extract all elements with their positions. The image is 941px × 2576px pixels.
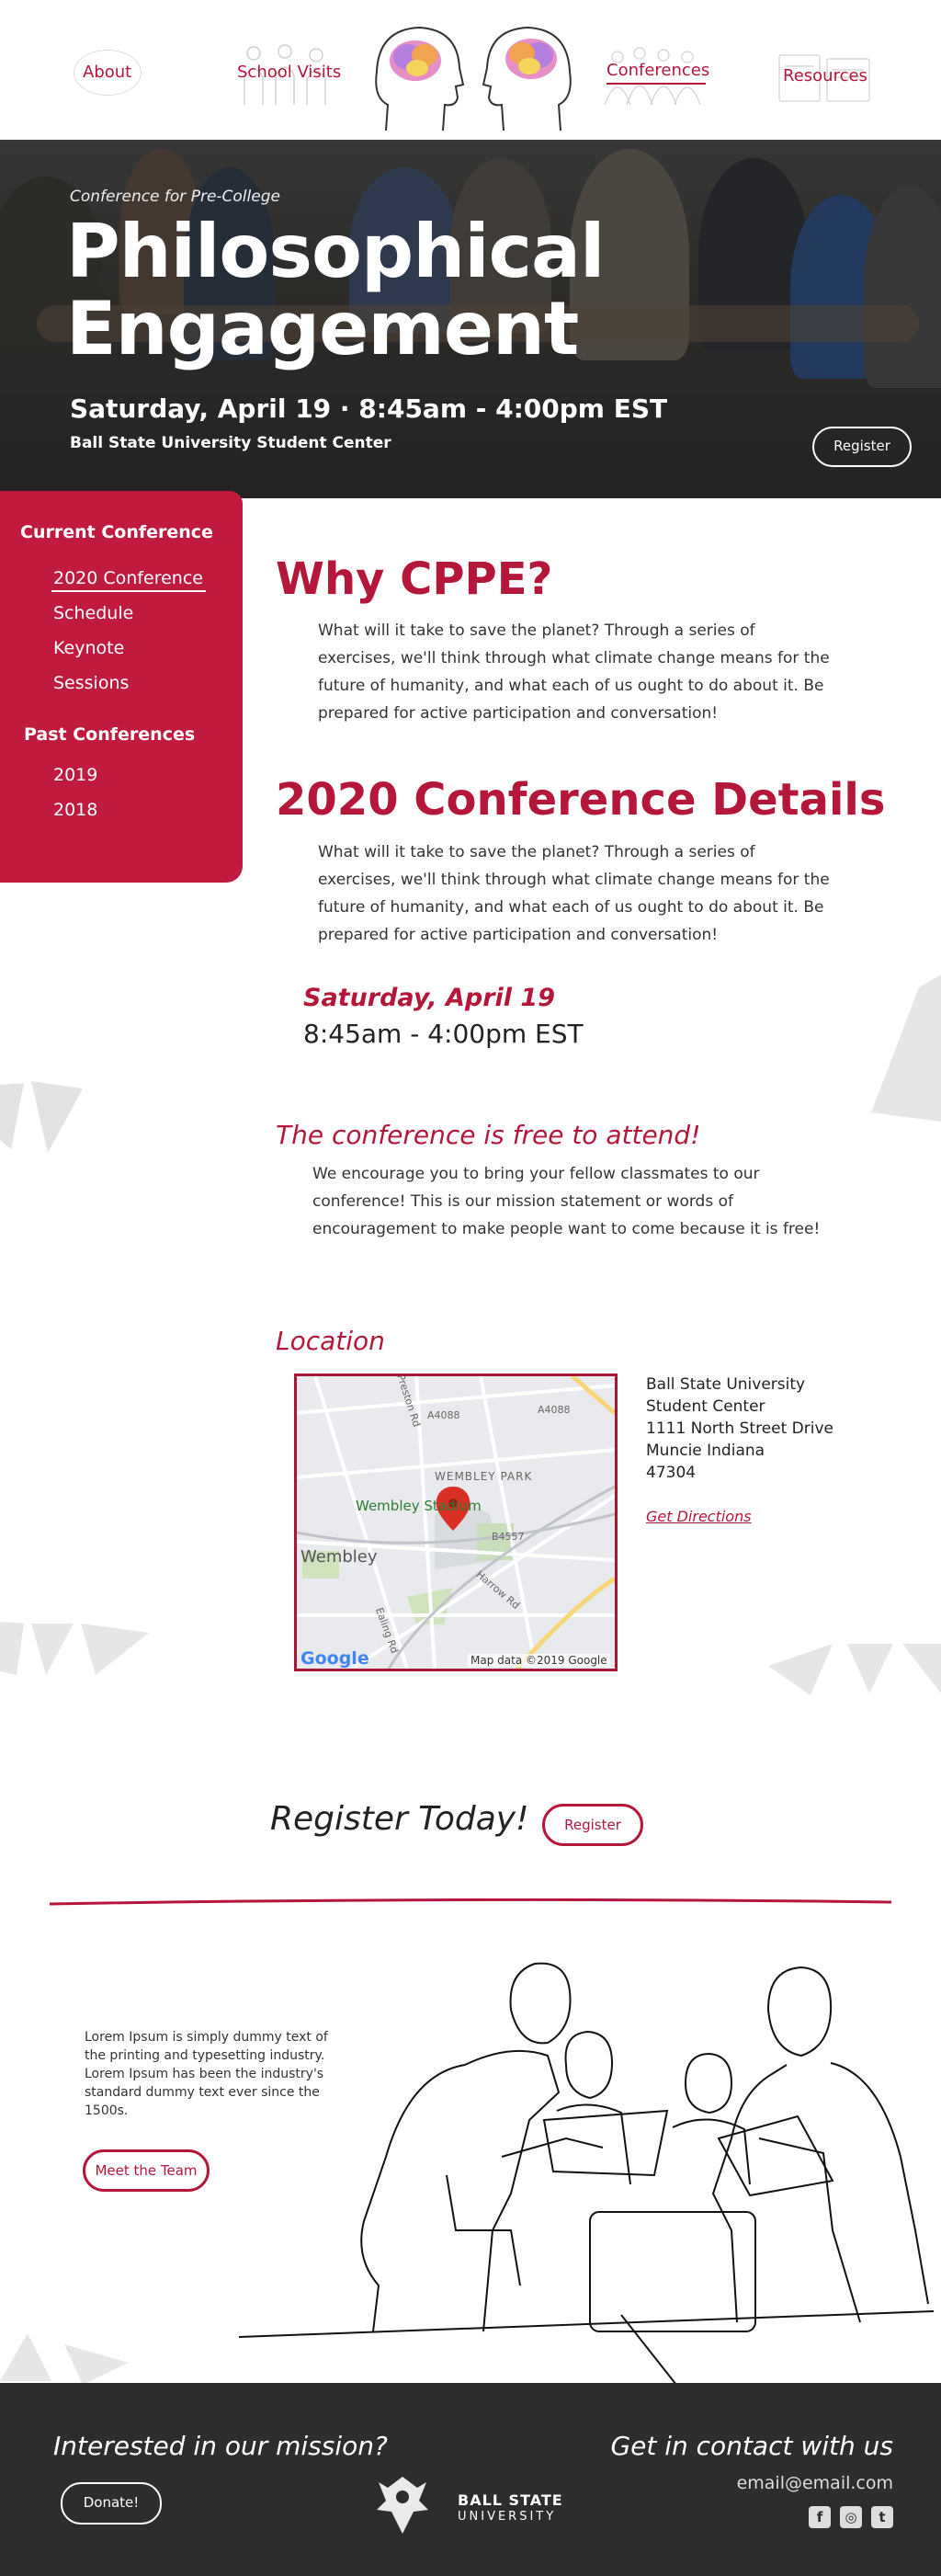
hero-register-button[interactable]: Register <box>812 427 912 467</box>
google-logo: Google <box>300 1648 369 1669</box>
why-text: What will it take to save the planet? Th… <box>318 621 830 723</box>
map-area-label: Wembley <box>300 1547 378 1567</box>
map-road-a4088-right: A4088 <box>538 1404 571 1416</box>
map-stadium-label: Wembley Stadium <box>356 1498 482 1514</box>
map-road-b4557: B4557 <box>492 1531 525 1543</box>
details-text: What will it take to save the planet? Th… <box>318 843 830 944</box>
address-line-2: Student Center <box>646 1397 765 1416</box>
logo-text-line1: BALL STATE <box>458 2491 563 2509</box>
conference-sidebar: Current Conference 2020 Conference Sched… <box>0 491 243 883</box>
sidebar-current-heading: Current Conference <box>20 522 213 542</box>
hero-venue: Ball State University Student Center <box>70 434 391 452</box>
sidebar-item-2020-conference[interactable]: 2020 Conference <box>53 568 203 588</box>
address-line-1: Ball State University <box>646 1375 806 1394</box>
facebook-icon[interactable]: f <box>809 2506 831 2528</box>
sidebar-item-2019[interactable]: 2019 <box>53 765 97 785</box>
location-map[interactable]: WEMBLEY PARK Wembley Stadium Wembley A40… <box>294 1373 618 1671</box>
footer-email[interactable]: email@email.com <box>737 2473 893 2493</box>
details-date: Saturday, April 19 <box>303 984 556 1012</box>
left-head-brain-icon <box>368 20 469 132</box>
get-directions-link[interactable]: Get Directions <box>646 1508 752 1525</box>
decorative-triangles-left-2 <box>0 1618 156 1682</box>
decorative-triangles-left-3 <box>0 2326 138 2385</box>
site-footer: Interested in our mission? Donate! BALL … <box>0 2383 941 2576</box>
instagram-icon[interactable]: ◎ <box>840 2506 862 2528</box>
footer-contact-heading: Get in contact with us <box>610 2431 893 2461</box>
section-divider <box>49 1894 892 1906</box>
team-line-illustration <box>235 1955 941 2386</box>
hero-subtitle: Conference for Pre-College <box>70 188 280 206</box>
details-time: 8:45am - 4:00pm EST <box>303 1019 584 1049</box>
sidebar-past-heading: Past Conferences <box>24 724 196 745</box>
hero-title-line2: Engagement <box>66 286 579 371</box>
right-head-brain-icon <box>478 20 579 132</box>
nav-about[interactable]: About <box>83 63 131 82</box>
sidebar-item-keynote[interactable]: Keynote <box>53 638 124 658</box>
map-road-a4088-left: A4088 <box>427 1409 460 1421</box>
donate-button[interactable]: Donate! <box>61 2482 162 2525</box>
location-heading: Location <box>276 1326 385 1356</box>
free-heading: The conference is free to attend! <box>276 1120 701 1150</box>
map-district-label: WEMBLEY PARK <box>435 1470 533 1483</box>
nav-active-underline <box>607 83 706 85</box>
hero-date: Saturday, April 19 · 8:45am - 4:00pm EST <box>70 393 668 424</box>
map-attribution: Map data ©2019 Google <box>468 1654 610 1667</box>
nav-conferences[interactable]: Conferences <box>607 61 709 80</box>
sidebar-item-schedule[interactable]: Schedule <box>53 603 133 623</box>
address-line-4: Muncie Indiana <box>646 1442 765 1460</box>
logo-text-line2: UNIVERSITY <box>458 2510 557 2524</box>
sidebar-item-sessions[interactable]: Sessions <box>53 673 129 693</box>
register-today-heading: Register Today! <box>270 1800 529 1838</box>
address-line-3: 1111 North Street Drive <box>646 1419 833 1438</box>
hero-banner: Conference for Pre-College Philosophical… <box>0 140 941 498</box>
footer-mission-heading: Interested in our mission? <box>53 2431 388 2461</box>
nav-school-visits[interactable]: School Visits <box>237 63 341 82</box>
decorative-triangles-right-2 <box>768 1638 941 1699</box>
site-header: About School Visits Conferences Resource… <box>0 0 941 140</box>
free-text: We encourage you to bring your fellow cl… <box>312 1165 821 1238</box>
register-today-button[interactable]: Register <box>542 1804 643 1846</box>
ball-state-cardinal-logo-icon <box>375 2473 430 2537</box>
sidebar-active-underline <box>51 590 206 592</box>
sidebar-item-2018[interactable]: 2018 <box>53 800 97 820</box>
twitter-icon[interactable]: t <box>871 2506 893 2528</box>
decorative-triangle-right <box>864 975 941 1122</box>
why-heading: Why CPPE? <box>276 553 553 605</box>
hero-title-line1: Philosophical <box>66 209 605 294</box>
location-address: Ball State University Student Center 111… <box>646 1373 833 1484</box>
details-heading: 2020 Conference Details <box>276 774 886 826</box>
meet-the-team-button[interactable]: Meet the Team <box>83 2149 210 2192</box>
address-line-5: 47304 <box>646 1464 697 1482</box>
nav-resources[interactable]: Resources <box>783 66 867 85</box>
decorative-triangles-left <box>0 1076 83 1158</box>
